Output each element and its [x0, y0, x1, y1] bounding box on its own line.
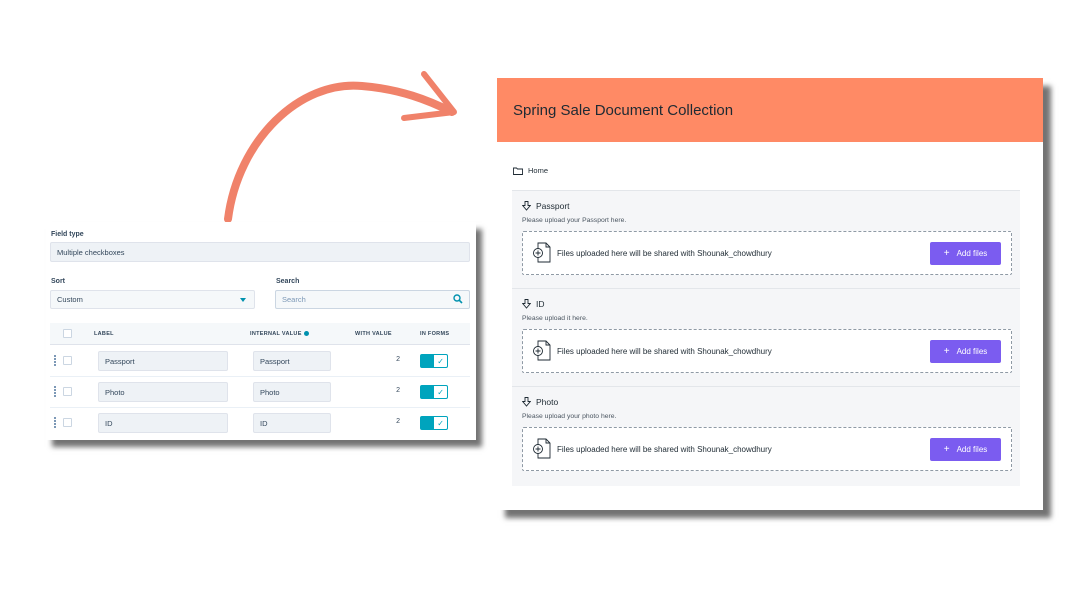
search-input[interactable] — [275, 290, 470, 309]
internal-value-input[interactable]: Photo — [253, 382, 331, 402]
with-value-count: 2 — [396, 418, 400, 425]
add-files-button[interactable]: + Add files — [930, 340, 1001, 363]
check-icon: ✓ — [437, 419, 444, 428]
plus-icon: + — [943, 443, 950, 455]
request-title: Photo — [536, 397, 559, 407]
sort-select-value: Custom — [57, 295, 83, 304]
add-file-icon — [533, 438, 551, 459]
column-header-in-forms: IN FORMS — [420, 331, 450, 337]
breadcrumb[interactable]: Home — [513, 166, 548, 175]
sort-select[interactable]: Custom — [50, 290, 255, 309]
column-header-label: LABEL — [94, 331, 114, 337]
document-request-passport: Passport Please upload your Passport her… — [512, 190, 1020, 288]
document-collection-panel: Spring Sale Document Collection Home Pas… — [497, 78, 1043, 510]
request-description: Please upload your Passport here. — [522, 217, 627, 224]
request-description: Please upload it here. — [522, 315, 588, 322]
table-header: LABEL INTERNAL VALUE WITH VALUE IN FORMS — [50, 323, 470, 345]
select-all-checkbox[interactable] — [63, 329, 72, 338]
in-forms-toggle[interactable]: ✓ — [420, 354, 448, 368]
document-request-id: ID Please upload it here. Files uploaded… — [512, 288, 1020, 386]
sort-label: Sort — [51, 278, 65, 285]
add-files-button[interactable]: + Add files — [930, 438, 1001, 461]
in-forms-toggle[interactable]: ✓ — [420, 385, 448, 399]
field-type-value: Multiple checkboxes — [50, 242, 470, 262]
drag-handle-icon[interactable] — [54, 417, 59, 429]
field-type-label: Field type — [51, 231, 84, 238]
row-checkbox[interactable] — [63, 418, 72, 427]
search-label: Search — [276, 278, 300, 285]
with-value-count: 2 — [396, 387, 400, 394]
file-dropzone[interactable]: Files uploaded here will be shared with … — [522, 231, 1012, 275]
add-file-icon — [533, 242, 551, 263]
request-title: Passport — [536, 201, 570, 211]
row-checkbox[interactable] — [63, 387, 72, 396]
plus-icon: + — [943, 247, 950, 259]
caret-down-icon — [240, 298, 246, 302]
column-header-with-value: WITH VALUE — [355, 331, 392, 337]
add-files-button[interactable]: + Add files — [930, 242, 1001, 265]
internal-value-input[interactable]: Passport — [253, 351, 331, 371]
row-checkbox[interactable] — [63, 356, 72, 365]
download-arrow-icon — [522, 299, 531, 309]
property-options-panel: Field type Multiple checkboxes Sort Cust… — [46, 222, 476, 440]
breadcrumb-home[interactable]: Home — [528, 166, 548, 175]
with-value-count: 2 — [396, 356, 400, 363]
request-description: Please upload your photo here. — [522, 413, 617, 420]
internal-value-input[interactable]: ID — [253, 413, 331, 433]
file-dropzone[interactable]: Files uploaded here will be shared with … — [522, 427, 1012, 471]
table-row: Photo Photo 2 ✓ — [50, 377, 470, 408]
search-icon[interactable] — [453, 294, 463, 304]
check-icon: ✓ — [437, 388, 444, 397]
dropzone-text: Files uploaded here will be shared with … — [557, 445, 772, 454]
document-request-photo: Photo Please upload your photo here. Fil… — [512, 386, 1020, 484]
in-forms-toggle[interactable]: ✓ — [420, 416, 448, 430]
table-row: ID ID 2 ✓ — [50, 408, 470, 439]
page-header: Spring Sale Document Collection — [497, 78, 1043, 142]
check-icon: ✓ — [437, 357, 444, 366]
download-arrow-icon — [522, 397, 531, 407]
plus-icon: + — [943, 345, 950, 357]
document-request-list: Passport Please upload your Passport her… — [512, 190, 1020, 486]
page-title: Spring Sale Document Collection — [513, 102, 734, 119]
add-file-icon — [533, 340, 551, 361]
drag-handle-icon[interactable] — [54, 355, 59, 367]
info-icon[interactable] — [303, 331, 309, 337]
request-title: ID — [536, 299, 545, 309]
dropzone-text: Files uploaded here will be shared with … — [557, 347, 772, 356]
folder-icon — [513, 167, 523, 175]
column-header-internal-value: INTERNAL VALUE — [250, 331, 309, 337]
download-arrow-icon — [522, 201, 531, 211]
label-input[interactable]: Photo — [98, 382, 228, 402]
file-dropzone[interactable]: Files uploaded here will be shared with … — [522, 329, 1012, 373]
label-input[interactable]: Passport — [98, 351, 228, 371]
drag-handle-icon[interactable] — [54, 386, 59, 398]
label-input[interactable]: ID — [98, 413, 228, 433]
dropzone-text: Files uploaded here will be shared with … — [557, 249, 772, 258]
table-row: Passport Passport 2 ✓ — [50, 346, 470, 377]
